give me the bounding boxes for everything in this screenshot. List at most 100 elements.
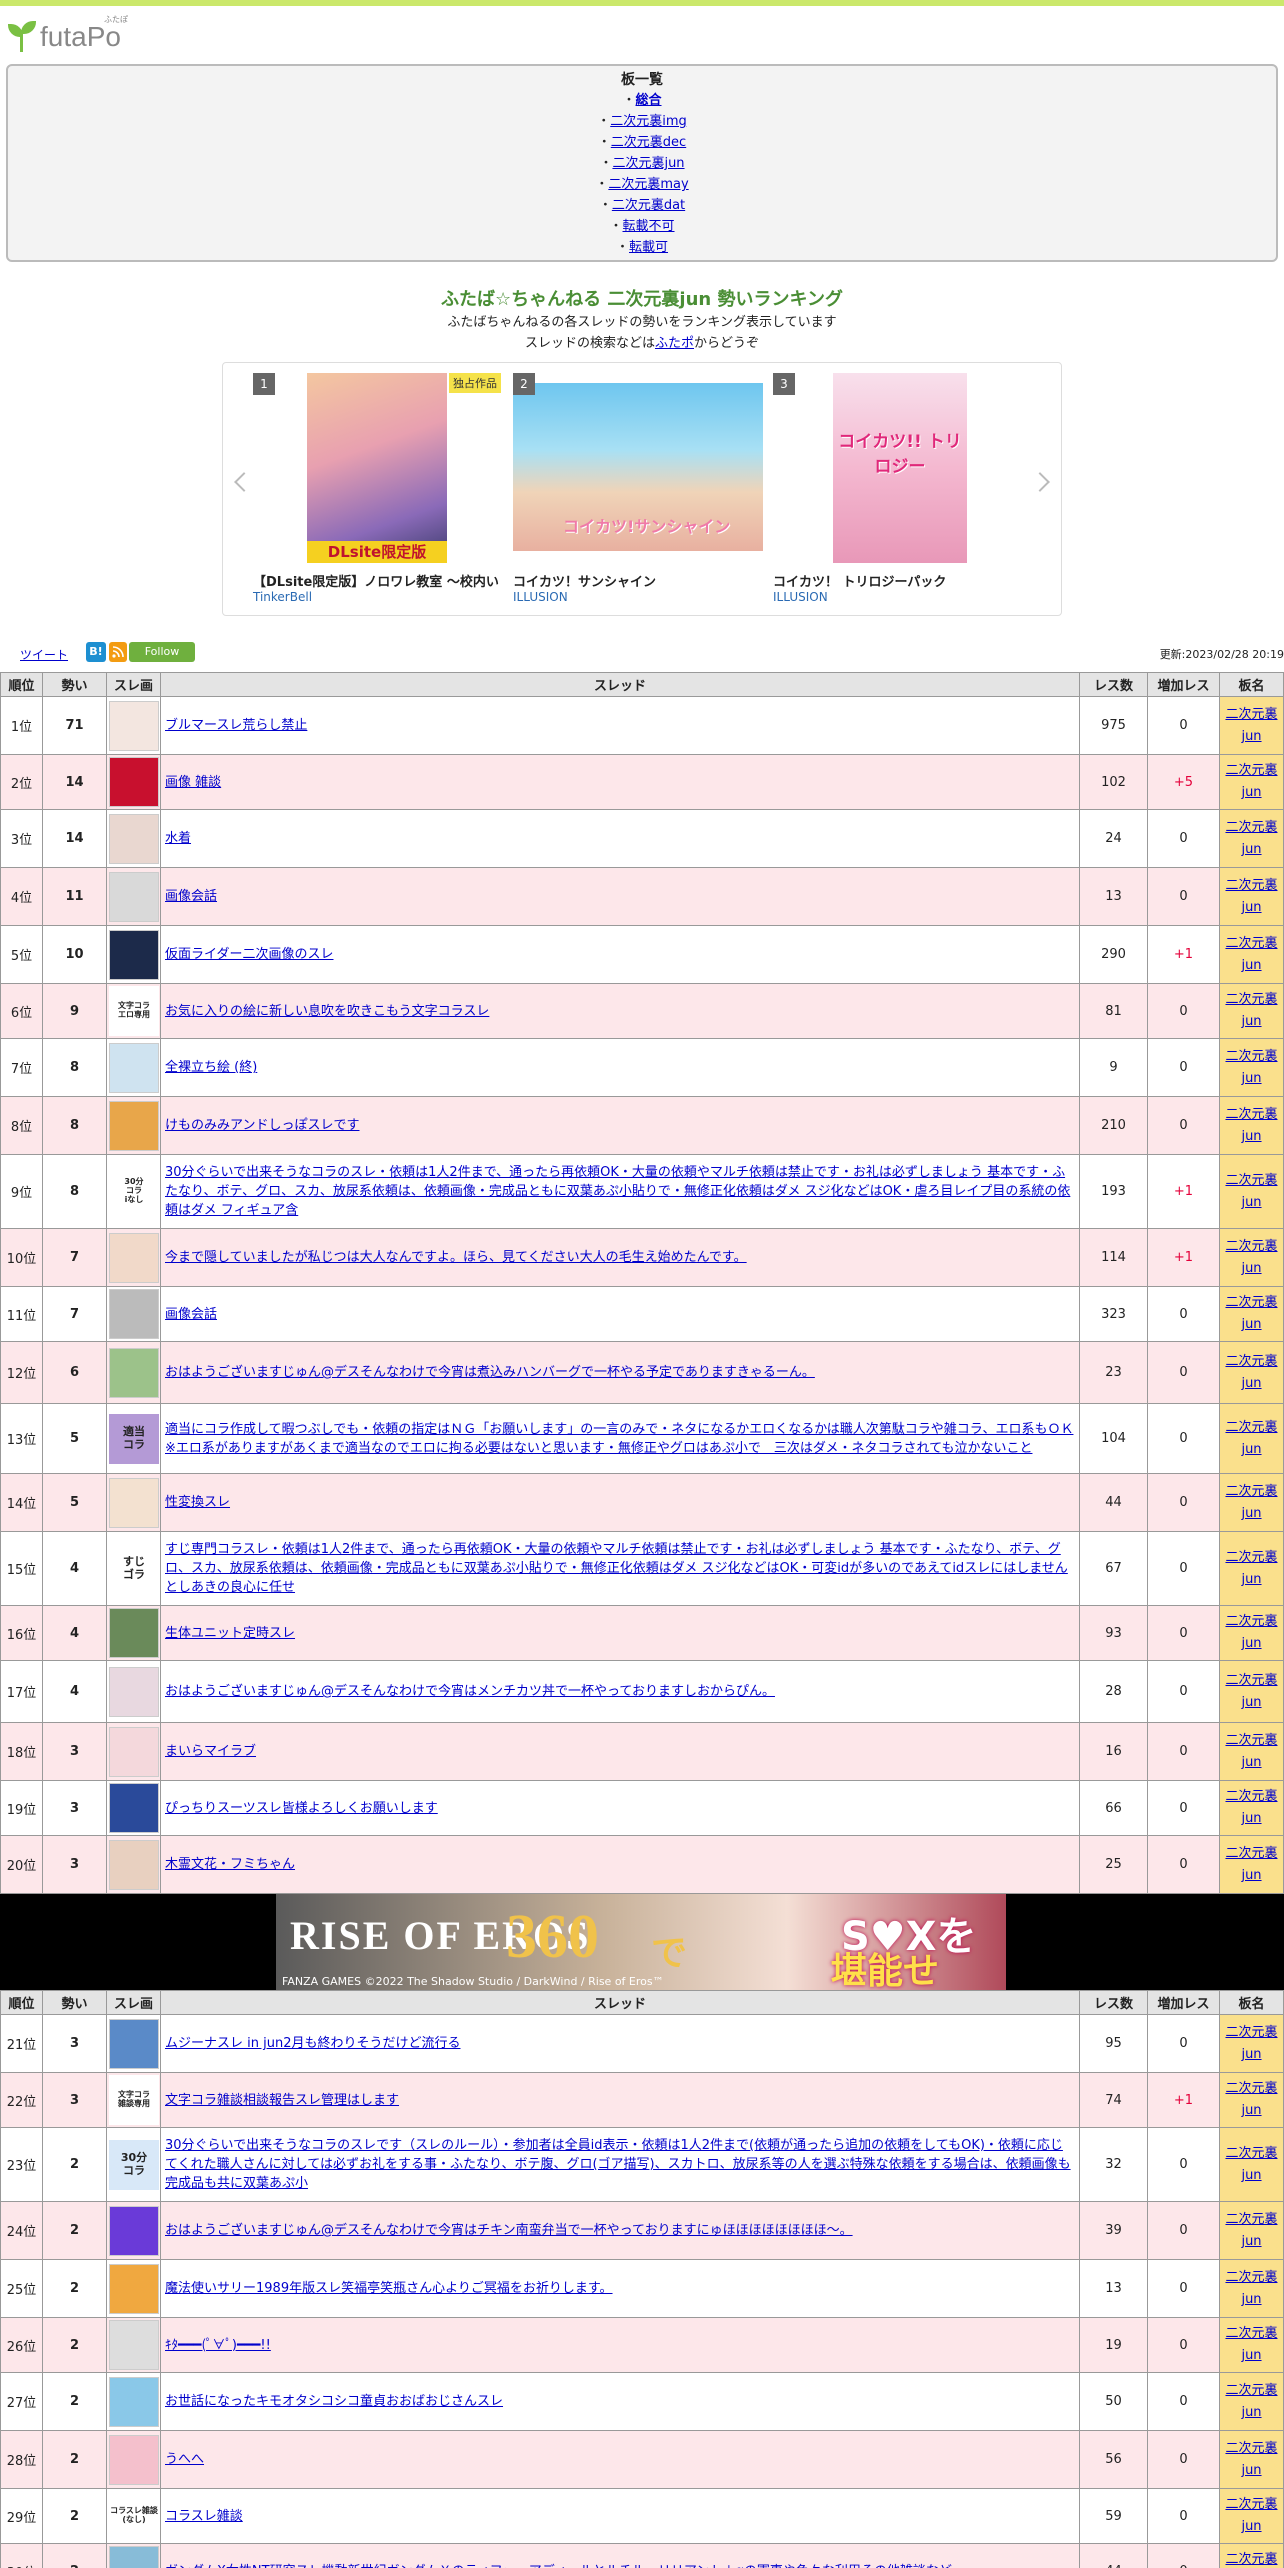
board-name-link[interactable]: 二次元裏jun bbox=[1225, 2497, 1277, 2534]
futapo-link[interactable]: ふたポ bbox=[655, 336, 694, 351]
board-name-link[interactable]: 二次元裏jun bbox=[1225, 2270, 1277, 2307]
thread-link[interactable]: ブルマースレ荒らし禁止 bbox=[165, 718, 307, 733]
board-link[interactable]: 二次元裏img bbox=[610, 114, 687, 129]
thread-link[interactable]: 水着 bbox=[165, 831, 191, 846]
thread-link[interactable]: 全裸立ち絵 (終) bbox=[165, 1060, 257, 1075]
thread-link[interactable]: コラスレ雑談 bbox=[165, 2509, 243, 2524]
board-name-link[interactable]: 二次元裏jun bbox=[1225, 1295, 1277, 1332]
feedly-follow-button[interactable]: Follow bbox=[129, 642, 195, 662]
thread-link[interactable]: 魔法使いサリー1989年版スレ笑福亭笑瓶さん心よりご冥福をお祈りします。 bbox=[165, 2281, 613, 2296]
thread-thumbnail[interactable]: コラスレ雑談 (なし) bbox=[109, 2491, 159, 2541]
thread-thumbnail[interactable] bbox=[109, 1477, 159, 1528]
thread-link[interactable]: お世話になったキモオタシコシコ童貞おおばおじさんスレ bbox=[165, 2394, 503, 2409]
board-name-link[interactable]: 二次元裏jun bbox=[1225, 1789, 1277, 1826]
thread-link[interactable]: おはようございますじゅん@デスそんなわけで今宵はメンチカツ丼で一杯やっております… bbox=[165, 1684, 775, 1699]
thread-thumbnail[interactable] bbox=[109, 1783, 159, 1833]
board-name-link[interactable]: 二次元裏jun bbox=[1225, 878, 1277, 915]
board-name-link[interactable]: 二次元裏jun bbox=[1225, 2441, 1277, 2478]
board-name-link[interactable]: 二次元裏jun bbox=[1225, 1173, 1277, 1210]
carousel-card-2[interactable]: コイカツ!サンシャイン 2 コイカツ！サンシャイン ILLUSION bbox=[513, 373, 763, 604]
thread-thumbnail[interactable] bbox=[109, 1347, 159, 1398]
thread-thumbnail[interactable]: 30分 コラ iなし bbox=[109, 1166, 159, 1217]
thread-link[interactable]: 木霊文花・フミちゃん bbox=[165, 1857, 295, 1872]
thread-link[interactable]: けものみみアンドしっぽスレです bbox=[165, 1118, 359, 1133]
thread-thumbnail[interactable] bbox=[109, 2376, 159, 2427]
board-link[interactable]: 総合 bbox=[636, 93, 662, 108]
thread-link[interactable]: 画像会話 bbox=[165, 889, 217, 904]
thread-thumbnail[interactable]: 適当 コラ bbox=[109, 1413, 159, 1464]
board-link[interactable]: 転載可 bbox=[629, 240, 668, 255]
thread-link[interactable]: ｷﾀ━━━(ﾟ∀ﾟ)━━━!! bbox=[165, 2338, 271, 2353]
carousel-card-3[interactable]: コイカツ!! トリロジー 3 コイカツ！ トリロジーパック ILLUSION bbox=[773, 373, 1023, 604]
thread-thumbnail[interactable] bbox=[109, 2205, 159, 2256]
thread-link[interactable]: 今まで隠していましたが私じつは大人なんですよ。ほら、見てください大人の毛生え始め… bbox=[165, 1250, 747, 1265]
thread-thumbnail[interactable]: 30分 コラ bbox=[109, 2139, 159, 2190]
thread-thumbnail[interactable]: 文字コラ 雑談専用 bbox=[109, 2075, 159, 2125]
thread-thumbnail[interactable] bbox=[109, 1666, 159, 1717]
board-name-link[interactable]: 二次元裏jun bbox=[1225, 1354, 1277, 1391]
thread-link[interactable]: 適当にコラ作成して暇つぶしでも・依頼の指定はＮＧ「お願いします」の一言のみで・ネ… bbox=[165, 1422, 1073, 1456]
thread-link[interactable]: ガンダムX女性NT研究スレ機動新世紀ガンダムＸのティファ・アディールとルチル・リ… bbox=[165, 2564, 952, 2568]
ad-banner-image[interactable]: RISE OF EROS 360 で S♥Xを 堪能せよ!! FANZA GAM… bbox=[276, 1894, 1006, 1990]
thread-thumbnail[interactable] bbox=[109, 1042, 159, 1093]
thread-link[interactable]: まいらマイラブ bbox=[165, 1744, 256, 1759]
thread-thumbnail[interactable] bbox=[109, 1100, 159, 1151]
board-name-link[interactable]: 二次元裏jun bbox=[1225, 2212, 1277, 2249]
board-name-link[interactable]: 二次元裏jun bbox=[1225, 1614, 1277, 1651]
thread-thumbnail[interactable] bbox=[109, 1608, 159, 1658]
thread-link[interactable]: うへへ bbox=[165, 2452, 204, 2467]
thread-link[interactable]: おはようございますじゅん@デスそんなわけで今宵はチキン南蛮弁当で一杯やっておりま… bbox=[165, 2223, 853, 2238]
board-name-link[interactable]: 二次元裏jun bbox=[1225, 1484, 1277, 1521]
thread-link[interactable]: 画像会話 bbox=[165, 1307, 217, 1322]
rss-icon[interactable] bbox=[109, 642, 127, 662]
thread-link[interactable]: 30分ぐらいで出来そうなコラのスレ・依頼は1人2件まで、通ったら再依頼OK・大量… bbox=[165, 1165, 1070, 1218]
board-name-link[interactable]: 二次元裏jun bbox=[1225, 1420, 1277, 1457]
board-name-link[interactable]: 二次元裏jun bbox=[1225, 1107, 1277, 1144]
board-name-link[interactable]: 二次元裏jun bbox=[1225, 2552, 1277, 2568]
board-name-link[interactable]: 二次元裏jun bbox=[1225, 1673, 1277, 1710]
board-name-link[interactable]: 二次元裏jun bbox=[1225, 763, 1277, 800]
board-name-link[interactable]: 二次元裏jun bbox=[1225, 992, 1277, 1029]
thread-thumbnail[interactable] bbox=[109, 700, 159, 751]
board-name-link[interactable]: 二次元裏jun bbox=[1225, 820, 1277, 857]
hatena-bookmark-icon[interactable]: B! bbox=[86, 642, 106, 662]
thread-thumbnail[interactable] bbox=[109, 1289, 159, 1339]
board-name-link[interactable]: 二次元裏jun bbox=[1225, 1239, 1277, 1276]
board-name-link[interactable]: 二次元裏jun bbox=[1225, 1550, 1277, 1587]
ad-banner[interactable]: RISE OF EROS 360 で S♥Xを 堪能せよ!! FANZA GAM… bbox=[0, 1894, 1284, 1990]
board-link[interactable]: 転載不可 bbox=[623, 219, 675, 234]
board-name-link[interactable]: 二次元裏jun bbox=[1225, 2081, 1277, 2118]
thread-thumbnail[interactable] bbox=[109, 1839, 159, 1890]
board-name-link[interactable]: 二次元裏jun bbox=[1225, 707, 1277, 744]
thread-thumbnail[interactable] bbox=[109, 929, 159, 980]
board-link[interactable]: 二次元裏dec bbox=[611, 135, 686, 150]
thread-link[interactable]: ぴっちりスーツスレ皆様よろしくお願いします bbox=[165, 1801, 438, 1816]
thread-link[interactable]: 性変換スレ bbox=[165, 1495, 230, 1510]
board-name-link[interactable]: 二次元裏jun bbox=[1225, 936, 1277, 973]
board-link[interactable]: 二次元裏jun bbox=[612, 156, 684, 171]
thread-link[interactable]: 30分ぐらいで出来そうなコラのスレです（スレのルール）・参加者は全員id表示・依… bbox=[165, 2138, 1071, 2191]
tweet-link[interactable]: ツイート bbox=[20, 646, 68, 663]
thread-thumbnail[interactable] bbox=[109, 1726, 159, 1777]
thread-link[interactable]: 仮面ライダー二次画像のスレ bbox=[165, 947, 333, 962]
thread-thumbnail[interactable] bbox=[109, 2018, 159, 2069]
board-name-link[interactable]: 二次元裏jun bbox=[1225, 2383, 1277, 2420]
board-name-link[interactable]: 二次元裏jun bbox=[1225, 1049, 1277, 1086]
board-name-link[interactable]: 二次元裏jun bbox=[1225, 1846, 1277, 1883]
thread-link[interactable]: 画像 雑談 bbox=[165, 775, 221, 790]
board-name-link[interactable]: 二次元裏jun bbox=[1225, 2025, 1277, 2062]
board-name-link[interactable]: 二次元裏jun bbox=[1225, 1733, 1277, 1770]
carousel-card-1[interactable]: DLsite限定版 独占作品 1 【DLsite限定版】ノロワレ教室 ～校内い … bbox=[253, 373, 503, 604]
board-link[interactable]: 二次元裏dat bbox=[612, 198, 685, 213]
board-name-link[interactable]: 二次元裏jun bbox=[1225, 2326, 1277, 2363]
thread-thumbnail[interactable] bbox=[109, 1232, 159, 1283]
thread-thumbnail[interactable] bbox=[109, 2546, 159, 2568]
thread-link[interactable]: ムジーナスレ in jun2月も終わりそうだけど流行る bbox=[165, 2036, 460, 2051]
thread-thumbnail[interactable] bbox=[109, 2434, 159, 2485]
thread-thumbnail[interactable] bbox=[109, 871, 159, 922]
thread-thumbnail[interactable] bbox=[109, 2263, 159, 2314]
thread-link[interactable]: 文字コラ雑談相談報告スレ管理はします bbox=[165, 2093, 399, 2108]
thread-link[interactable]: すじ専門コラスレ・依頼は1人2件まで、通ったら再依頼OK・大量の依頼やマルチ依頼… bbox=[165, 1542, 1068, 1595]
board-link[interactable]: 二次元裏may bbox=[608, 177, 688, 192]
chevron-left-icon[interactable] bbox=[234, 472, 254, 492]
